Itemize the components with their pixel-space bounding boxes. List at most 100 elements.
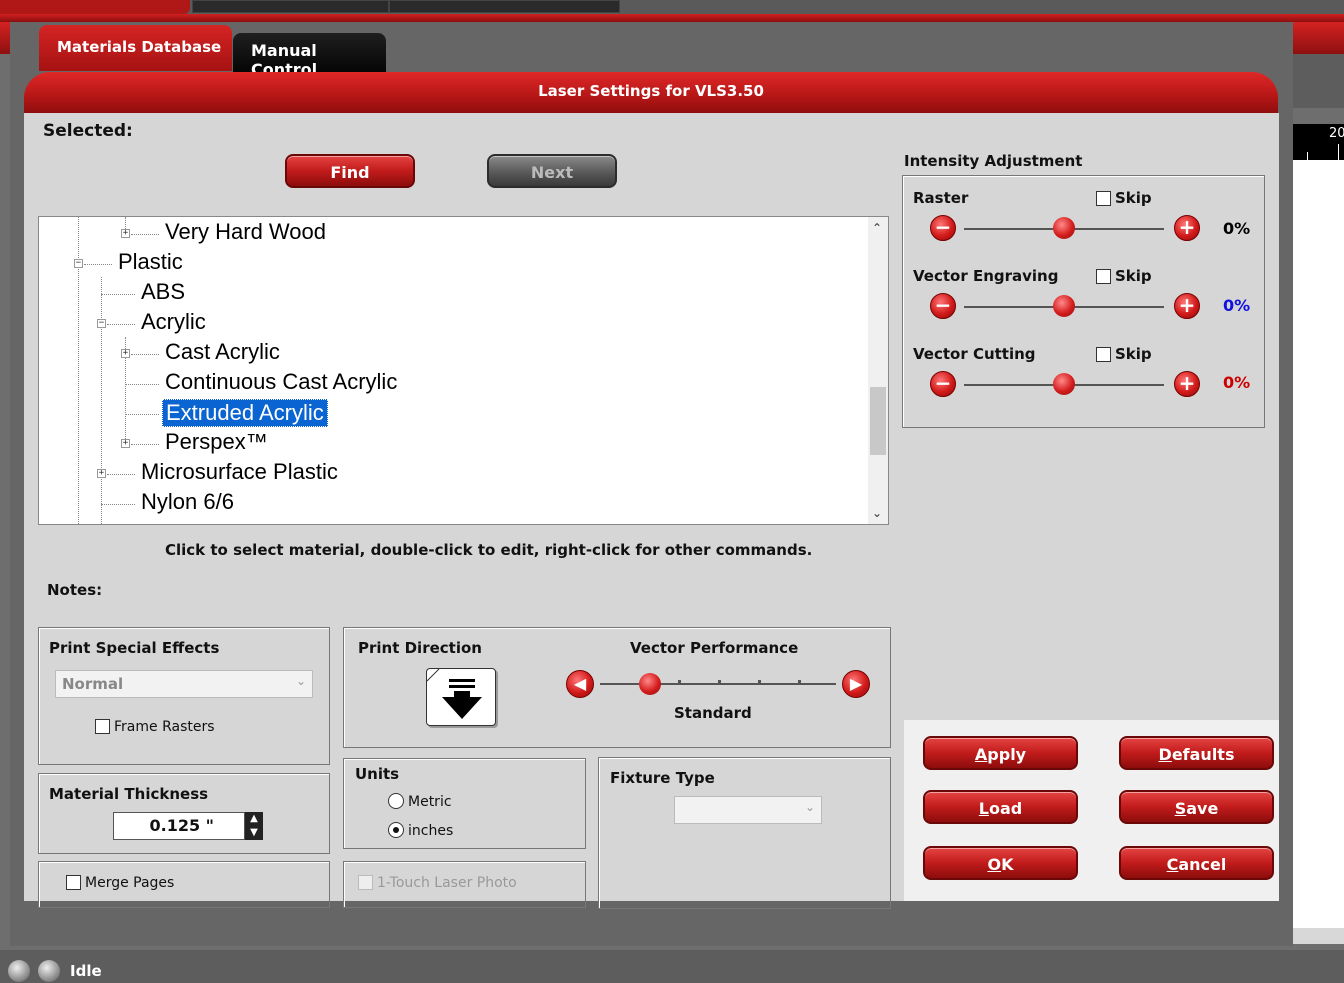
print-direction-title: Print Direction bbox=[358, 639, 482, 657]
app-side-bar-right bbox=[1293, 22, 1344, 54]
vector-performance-slider[interactable]: ◀ ▶ bbox=[566, 670, 872, 700]
material-thickness-group: Material Thickness 0.125 " ▲ ▼ bbox=[38, 773, 330, 854]
arrow-left-icon[interactable]: ◀ bbox=[566, 670, 594, 698]
minus-icon[interactable]: − bbox=[930, 293, 956, 319]
arrow-right-icon[interactable]: ▶ bbox=[842, 670, 870, 698]
vector-performance-value: Standard bbox=[674, 704, 752, 722]
units-metric[interactable]: Metric bbox=[388, 793, 452, 810]
tab-manual-control[interactable]: Manual Control bbox=[233, 33, 386, 79]
slider-knob[interactable] bbox=[1053, 295, 1075, 317]
plus-icon[interactable]: + bbox=[1174, 371, 1200, 397]
inches-radio[interactable] bbox=[388, 822, 404, 838]
merge-pages-checkbox[interactable] bbox=[66, 875, 81, 890]
metric-radio[interactable] bbox=[388, 793, 404, 809]
fixture-type-select[interactable]: ⌄ bbox=[674, 796, 822, 824]
print-special-effects-title: Print Special Effects bbox=[49, 639, 220, 657]
vector-cutting-skip[interactable]: Skip bbox=[1096, 345, 1152, 363]
app-right-panel bbox=[1293, 54, 1344, 108]
arrow-down-icon[interactable]: ▼ bbox=[245, 826, 263, 840]
raster-label: Raster bbox=[913, 189, 969, 207]
tree-expander[interactable]: − bbox=[97, 319, 106, 328]
tree-scrollbar[interactable]: ⌃ ⌄ bbox=[868, 217, 888, 524]
tab-materials-database[interactable]: Materials Database bbox=[39, 25, 232, 71]
vector-engraving-slider[interactable]: − + bbox=[930, 293, 1200, 323]
vector-engraving-label: Vector Engraving bbox=[913, 267, 1059, 285]
tree-item[interactable]: Acrylic bbox=[141, 309, 206, 337]
app-logo bbox=[0, 0, 190, 14]
units-inches[interactable]: inches bbox=[388, 822, 453, 839]
next-button[interactable]: Next bbox=[487, 154, 617, 188]
find-button[interactable]: Find bbox=[285, 154, 415, 188]
frame-rasters-checkbox[interactable] bbox=[95, 719, 110, 734]
tree-expander[interactable]: + bbox=[121, 439, 130, 448]
one-touch-checkbox bbox=[358, 875, 373, 890]
defaults-button[interactable]: Defaults bbox=[1119, 736, 1274, 770]
tree-item[interactable]: Plastic bbox=[118, 249, 183, 277]
vector-engraving-skip-checkbox[interactable] bbox=[1096, 269, 1111, 284]
tree-item[interactable]: Microsurface Plastic bbox=[141, 459, 338, 487]
ruler-label: 20 bbox=[1329, 126, 1344, 141]
status-light-icon bbox=[8, 960, 30, 982]
vector-engraving-skip[interactable]: Skip bbox=[1096, 267, 1152, 285]
ruler: 20 bbox=[1293, 124, 1344, 160]
plus-icon[interactable]: + bbox=[1174, 215, 1200, 241]
raster-skip[interactable]: Skip bbox=[1096, 189, 1152, 207]
chevron-down-icon: ⌄ bbox=[804, 800, 815, 814]
tree-item[interactable]: Continuous Cast Acrylic bbox=[165, 369, 397, 397]
slider-knob[interactable] bbox=[639, 673, 661, 695]
scroll-down-icon[interactable]: ⌄ bbox=[872, 506, 882, 520]
vector-cutting-label: Vector Cutting bbox=[913, 345, 1036, 363]
vector-cutting-skip-checkbox[interactable] bbox=[1096, 347, 1111, 362]
print-canvas[interactable] bbox=[1293, 160, 1344, 928]
toolbar-slot-1[interactable] bbox=[192, 0, 389, 13]
tree-hint: Click to select material, double-click t… bbox=[165, 541, 813, 559]
slider-knob[interactable] bbox=[1053, 373, 1075, 395]
laser-settings-dialog: Materials Database Manual Control Laser … bbox=[10, 22, 1293, 946]
toolbar-slot-2[interactable] bbox=[389, 0, 620, 13]
vector-cutting-slider[interactable]: − + bbox=[930, 371, 1200, 401]
tree-item[interactable]: Cast Acrylic bbox=[165, 339, 280, 367]
one-touch-laser-photo: 1-Touch Laser Photo bbox=[358, 875, 517, 891]
tree-item[interactable]: Perspex™ bbox=[165, 429, 268, 457]
arrow-down-icon bbox=[426, 668, 482, 719]
print-direction-group: Print Direction Vector Performance ◀ ▶ S… bbox=[343, 627, 891, 748]
ok-button[interactable]: OK bbox=[923, 846, 1078, 880]
raster-value: 0% bbox=[1223, 219, 1251, 238]
scroll-up-icon[interactable]: ⌃ bbox=[872, 221, 882, 235]
raster-skip-checkbox[interactable] bbox=[1096, 191, 1111, 206]
minus-icon[interactable]: − bbox=[930, 371, 956, 397]
tree-expander[interactable]: − bbox=[74, 259, 83, 268]
merge-pages[interactable]: Merge Pages bbox=[66, 875, 174, 891]
slider-knob[interactable] bbox=[1053, 217, 1075, 239]
scroll-thumb[interactable] bbox=[870, 387, 886, 455]
cancel-button[interactable]: Cancel bbox=[1119, 846, 1274, 880]
minus-icon[interactable]: − bbox=[930, 215, 956, 241]
tree-item-selected[interactable]: Extruded Acrylic bbox=[162, 399, 328, 427]
canvas-scrollbar[interactable] bbox=[1293, 928, 1344, 944]
thickness-stepper[interactable]: ▲ ▼ bbox=[245, 812, 263, 840]
special-effects-select[interactable]: Normal ⌄ bbox=[55, 670, 313, 698]
thickness-input[interactable]: 0.125 " bbox=[113, 812, 245, 840]
materials-tree[interactable]: + Very Hard Wood − Plastic ABS − Acrylic… bbox=[38, 216, 889, 525]
intensity-group: Raster Skip − + 0% Vector Engraving Skip… bbox=[902, 175, 1265, 428]
print-direction-button[interactable] bbox=[426, 668, 496, 726]
tree-expander[interactable]: + bbox=[121, 349, 130, 358]
save-button[interactable]: Save bbox=[1119, 790, 1274, 824]
intensity-title: Intensity Adjustment bbox=[904, 152, 1083, 170]
tree-expander[interactable]: + bbox=[97, 469, 106, 478]
one-touch-group: 1-Touch Laser Photo bbox=[343, 861, 586, 908]
frame-rasters[interactable]: Frame Rasters bbox=[95, 719, 215, 735]
notes-label: Notes: bbox=[47, 581, 103, 599]
plus-icon[interactable]: + bbox=[1174, 293, 1200, 319]
tree-expander[interactable]: + bbox=[121, 229, 130, 238]
dialog-title: Laser Settings for VLS3.50 bbox=[538, 82, 764, 100]
fixture-type-title: Fixture Type bbox=[610, 769, 715, 787]
tree-item[interactable]: Very Hard Wood bbox=[165, 219, 326, 247]
raster-slider[interactable]: − + bbox=[930, 215, 1200, 245]
load-button[interactable]: Load bbox=[923, 790, 1078, 824]
tree-item[interactable]: Nylon 6/6 bbox=[141, 489, 234, 517]
tree-item[interactable]: ABS bbox=[141, 279, 185, 307]
arrow-up-icon[interactable]: ▲ bbox=[245, 812, 263, 826]
vector-engraving-value: 0% bbox=[1223, 296, 1251, 315]
apply-button[interactable]: Apply bbox=[923, 736, 1078, 770]
